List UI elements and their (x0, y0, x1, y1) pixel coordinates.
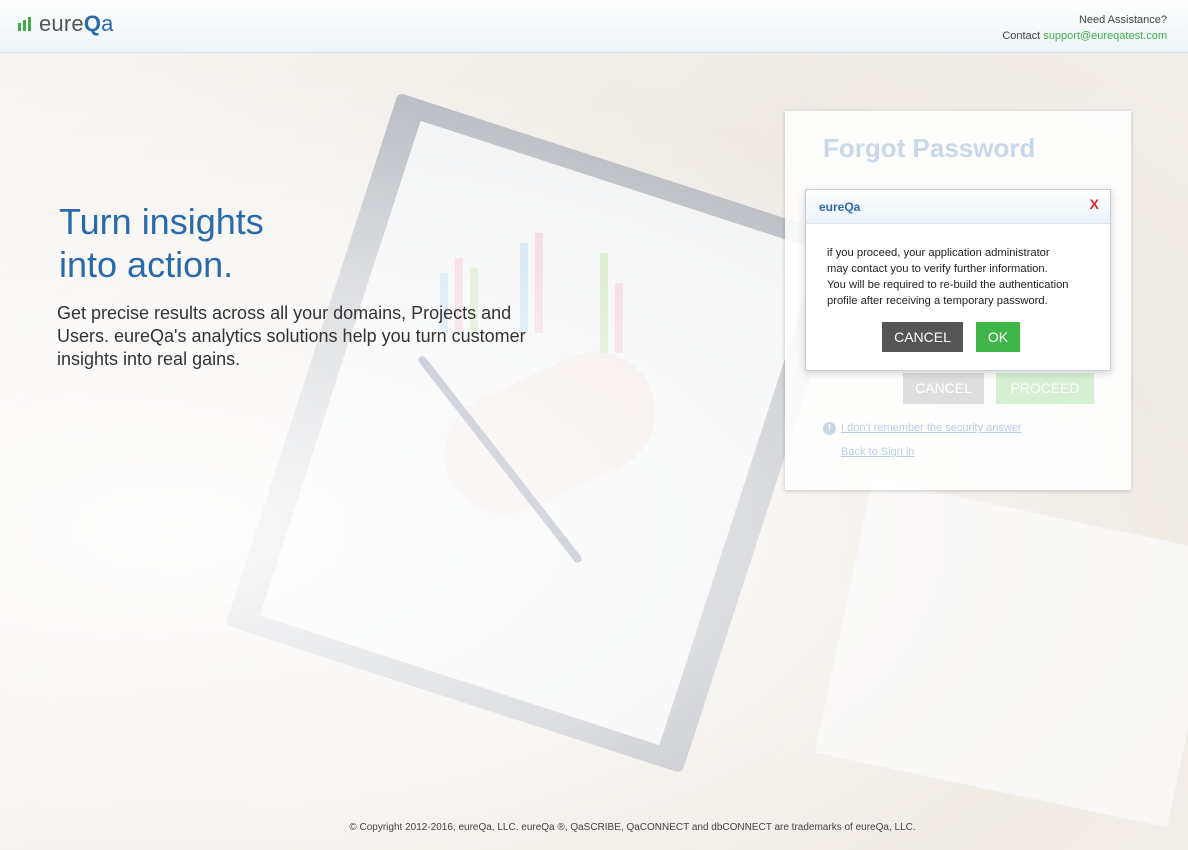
footer-copyright: © Copyright 2012-2016, eureQa, LLC. eure… (349, 822, 916, 833)
dialog-message: if you proceed, your application adminis… (827, 247, 1069, 307)
back-to-sign-in-link[interactable]: Back to Sign in (841, 446, 914, 458)
proceed-button[interactable]: PROCEED (996, 373, 1094, 404)
confirm-dialog: eureQa X if you proceed, your applicatio… (805, 189, 1111, 371)
dialog-title: eureQa (819, 200, 861, 214)
app-header: eureQa Need Assistance? Contact support@… (0, 0, 1188, 53)
dialog-cancel-button[interactable]: CANCEL (882, 322, 963, 352)
contact-label: Contact (1002, 30, 1041, 42)
hero-description: Get precise results across all your doma… (57, 303, 526, 369)
card-cancel-button[interactable]: CANCEL (903, 373, 984, 404)
need-assistance-label: Need Assistance? (1078, 14, 1167, 26)
eureqa-logo[interactable]: eureQa (18, 8, 114, 40)
info-icon: ! (823, 422, 836, 435)
dialog-header: eureQa X (806, 190, 1110, 224)
forgot-password-title: Forgot Password (823, 133, 1036, 163)
assistance-info: Need Assistance? Contact support@eureqat… (1002, 12, 1167, 44)
logo-text: eureQa (39, 11, 114, 36)
security-answer-link[interactable]: I don't remember the security answer (841, 422, 1022, 434)
bar-chart-icon (18, 17, 31, 31)
close-icon[interactable]: X (1090, 196, 1099, 212)
support-email-link[interactable]: support@eureqatest.com (1043, 30, 1167, 42)
hero-title: Turn insights into action. (59, 201, 264, 285)
dialog-ok-button[interactable]: OK (976, 322, 1020, 352)
